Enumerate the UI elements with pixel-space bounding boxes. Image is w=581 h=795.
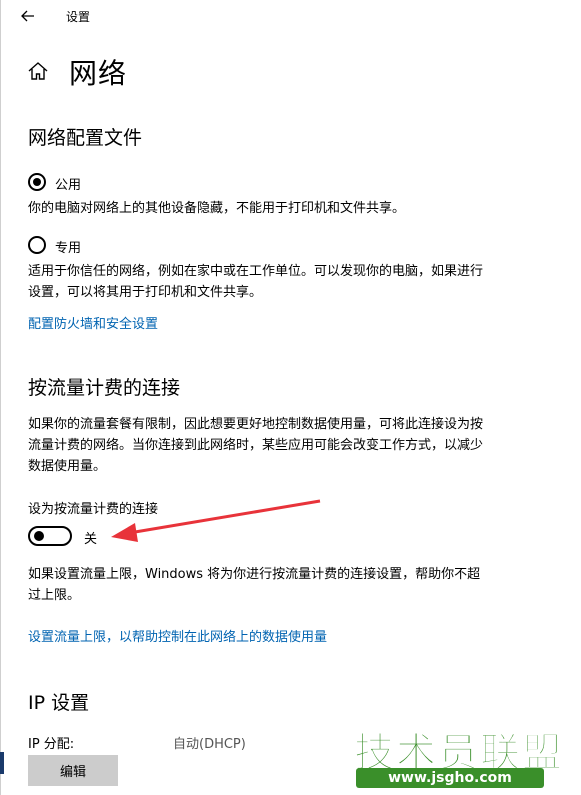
edit-button[interactable]: 编辑 <box>28 755 118 786</box>
home-icon[interactable] <box>27 60 49 82</box>
private-radio-label[interactable]: 专用 <box>55 237 81 256</box>
toggle-knob <box>34 531 44 541</box>
ip-assignment-value: 自动(DHCP) <box>173 737 246 752</box>
watermark-url: www.jsgho.com <box>356 768 544 788</box>
set-data-limit-link[interactable]: 设置流量上限，以帮助控制在此网络上的数据使用量 <box>28 626 327 645</box>
metered-toggle[interactable] <box>28 526 72 546</box>
public-radio[interactable] <box>28 173 46 191</box>
ip-settings-heading: IP 设置 <box>28 692 90 714</box>
title-bar: 设置 <box>0 0 581 32</box>
window-left-border <box>0 0 1 795</box>
public-description: 你的电脑对网络上的其他设备隐藏，不能用于打印机和文件共享。 <box>28 201 406 216</box>
window-title: 设置 <box>66 10 91 24</box>
private-radio[interactable] <box>28 236 46 254</box>
private-description: 适用于你信任的网络，例如在家中或在工作单位。可以发现你的电脑，如果进行设置，可以… <box>28 264 484 300</box>
data-limit-description: 如果设置流量上限，Windows 将为你进行按流量计费的连接设置，帮助你不超过上… <box>28 567 481 603</box>
page-title: 网络 <box>69 57 128 90</box>
settings-window: 设置 网络 网络配置文件 公用 你的电脑对网络上的其他设备隐藏，不能用于打印机和… <box>0 0 581 795</box>
taskbar-edge-mark <box>0 752 4 774</box>
back-arrow-icon <box>21 10 34 22</box>
firewall-settings-link[interactable]: 配置防火墙和安全设置 <box>28 313 158 332</box>
metered-description: 如果你的流量套餐有限制，因此想要更好地控制数据使用量，可将此连接设为按流量计费的… <box>28 417 484 474</box>
public-radio-label[interactable]: 公用 <box>55 174 81 193</box>
metered-toggle-state: 关 <box>84 532 98 547</box>
metered-connection-heading: 按流量计费的连接 <box>28 377 181 399</box>
annotation-arrow-icon <box>111 499 321 542</box>
watermark-logo: 技术员联盟 www.jsgho.com <box>350 722 570 794</box>
ip-assignment-label: IP 分配: <box>28 737 75 752</box>
network-profile-heading: 网络配置文件 <box>28 127 143 149</box>
back-button[interactable] <box>14 4 42 28</box>
